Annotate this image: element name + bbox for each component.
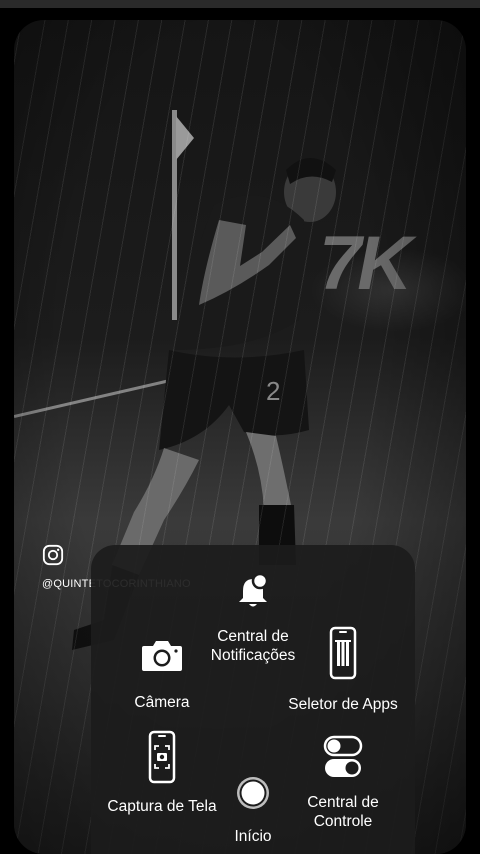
screenshot-icon xyxy=(148,730,176,784)
app-switcher-icon xyxy=(329,626,357,680)
home-label: Início xyxy=(234,828,272,845)
control-center-button[interactable]: Central de Controle xyxy=(278,733,408,831)
bell-icon xyxy=(239,572,269,607)
app-switcher-button[interactable]: Seletor de Apps xyxy=(278,625,408,714)
top-status-strip xyxy=(0,0,480,8)
control-center-label: Central de Controle xyxy=(307,794,379,830)
camera-button[interactable]: Câmera xyxy=(97,635,227,712)
assistive-touch-menu: Central de Notificações Câmera Seletor d xyxy=(91,545,415,854)
camera-label: Câmera xyxy=(134,694,190,711)
home-button-icon xyxy=(237,777,269,809)
instagram-icon xyxy=(42,544,64,566)
camera-icon xyxy=(142,641,182,671)
toggle-switches-icon xyxy=(323,735,363,777)
app-switcher-label: Seletor de Apps xyxy=(288,696,398,713)
